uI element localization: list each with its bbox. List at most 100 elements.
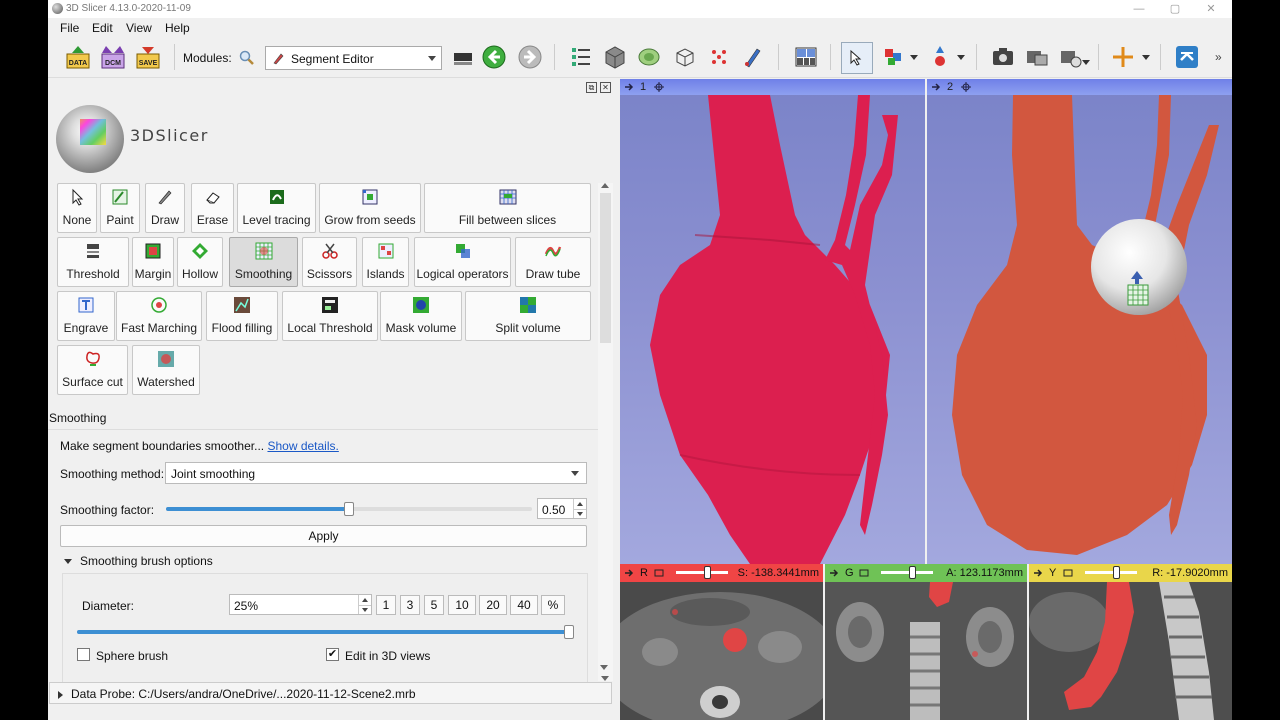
effect-hollow-button[interactable]: Hollow [177,237,223,287]
screenshot-icon[interactable] [990,44,1016,70]
volumes-module-icon[interactable] [602,44,628,70]
effect-level-tracing-button[interactable]: Level tracing [237,183,316,233]
data-probe-panel[interactable]: Data Probe: C:/Users/andra/OneDrive/...2… [49,682,612,704]
effect-fast-marching-button[interactable]: Fast Marching [116,291,202,341]
extension-manager-icon[interactable] [1174,44,1200,70]
back-arrow-icon[interactable] [481,44,507,70]
menu-help[interactable]: Help [165,21,190,35]
effect-threshold-button[interactable]: Threshold [57,237,129,287]
diameter-preset-button[interactable]: 1 [376,595,396,615]
pin-icon[interactable] [624,82,634,92]
show-details-link[interactable]: Show details. [267,439,338,453]
apply-button[interactable]: Apply [60,525,587,547]
effect-islands-button[interactable]: Islands [362,237,409,287]
chevron-down-icon[interactable] [1082,60,1090,65]
module-history-icon[interactable] [450,44,476,70]
scroll-up-icon[interactable] [601,183,609,188]
pin-icon[interactable] [931,82,941,92]
brush-options-toggle[interactable]: Smoothing brush options [64,554,213,568]
data-module-icon[interactable] [568,44,594,70]
slice-offset-slider[interactable] [1085,571,1137,574]
smoothing-factor-spinbox[interactable]: 0.50 [537,498,587,519]
slice-view-red[interactable]: R S: -138.3441mm [620,564,823,720]
effect-split-volume-button[interactable]: Split volume [465,291,591,341]
layout-icon[interactable] [793,44,819,70]
crosshair-icon[interactable] [1110,44,1136,70]
forward-arrow-icon[interactable] [517,44,543,70]
effect-none-button[interactable]: None [57,183,97,233]
effect-surface-cut-button[interactable]: Surface cut [57,345,128,395]
save-data-icon[interactable]: SAVE [135,44,161,70]
effect-margin-button[interactable]: Margin [132,237,174,287]
menu-edit[interactable]: Edit [92,21,113,35]
view-center-icon[interactable] [961,82,971,92]
3d-view-1[interactable]: 1 [620,79,925,564]
diameter-slider[interactable] [77,625,574,639]
effect-logical-operators-button[interactable]: Logical operators [414,237,511,287]
effect-smoothing-button[interactable]: Smoothing [229,237,298,287]
transforms-module-icon[interactable] [672,44,698,70]
scene-view-icon[interactable] [1024,44,1050,70]
diameter-preset-button[interactable]: 10 [448,595,476,615]
maximize-icon[interactable]: ▢ [1160,1,1190,17]
effects-scrollbar[interactable] [598,183,613,681]
close-icon[interactable]: ✕ [1196,1,1226,17]
scroll-down-icon[interactable] [600,665,608,670]
slider-handle[interactable] [1113,566,1120,579]
smoothing-method-select[interactable]: Joint smoothing [165,462,587,484]
load-dicom-icon[interactable]: DCM [100,44,126,70]
pin-icon[interactable] [829,568,839,578]
slider-handle[interactable] [909,566,916,579]
effect-grow-from-seeds-button[interactable]: Grow from seeds [319,183,421,233]
diameter-preset-button[interactable]: 5 [424,595,444,615]
pin-icon[interactable] [1033,568,1043,578]
load-data-icon[interactable]: DATA [65,44,91,70]
scrollbar-thumb[interactable] [600,193,611,343]
diameter-spinbox[interactable]: 25% [229,594,372,615]
smoothing-factor-slider[interactable] [166,502,532,516]
effect-scissors-button[interactable]: Scissors [302,237,357,287]
effect-fill-between-slices-button[interactable]: Fill between slices [424,183,591,233]
effect-erase-button[interactable]: Erase [191,183,234,233]
spin-up-icon[interactable] [573,499,586,509]
effect-draw-button[interactable]: Draw [145,183,185,233]
chevron-down-icon[interactable] [1142,55,1150,60]
slice-offset-slider[interactable] [676,571,728,574]
scroll-down-icon[interactable] [601,676,609,681]
3d-view-2[interactable]: 2 [927,79,1232,564]
slice-view-yellow[interactable]: Y R: -17.9020mm [1029,564,1232,720]
effect-engrave-button[interactable]: Engrave [57,291,115,341]
module-selector[interactable]: Segment Editor [265,46,442,70]
slice-view-green[interactable]: G A: 123.1173mm [825,564,1027,720]
effect-draw-tube-button[interactable]: Draw tube [515,237,591,287]
crosshair-point-icon[interactable] [927,44,953,70]
minimize-icon[interactable]: — [1124,1,1154,17]
diameter-preset-button[interactable]: 3 [400,595,420,615]
toolbar-overflow-icon[interactable]: » [1215,50,1222,64]
effect-mask-volume-button[interactable]: Mask volume [380,291,462,341]
effect-flood-filling-button[interactable]: Flood filling [206,291,278,341]
edit-3d-checkbox[interactable]: ✔ [326,648,339,661]
slider-handle[interactable] [564,625,574,639]
chevron-down-icon[interactable] [910,55,918,60]
sphere-brush-checkbox[interactable] [77,648,90,661]
menu-file[interactable]: File [60,21,79,35]
link-icon[interactable] [859,568,869,578]
close-panel-icon[interactable]: ✕ [600,82,611,93]
diameter-preset-button[interactable]: 20 [479,595,507,615]
spin-down-icon[interactable] [358,604,371,614]
models-module-icon[interactable] [636,44,662,70]
link-icon[interactable] [654,568,664,578]
menu-view[interactable]: View [126,21,152,35]
effect-local-threshold-button[interactable]: Local Threshold [282,291,378,341]
effect-watershed-button[interactable]: Watershed [132,345,200,395]
scene-restore-icon[interactable] [1058,44,1084,70]
effect-paint-button[interactable]: Paint [100,183,140,233]
slider-handle[interactable] [344,502,354,516]
diameter-preset-button[interactable]: 40 [510,595,538,615]
spin-down-icon[interactable] [573,508,586,518]
diameter-preset-button[interactable]: % [541,595,565,615]
slider-handle[interactable] [704,566,711,579]
view-center-icon[interactable] [654,82,664,92]
chevron-down-icon[interactable] [957,55,965,60]
